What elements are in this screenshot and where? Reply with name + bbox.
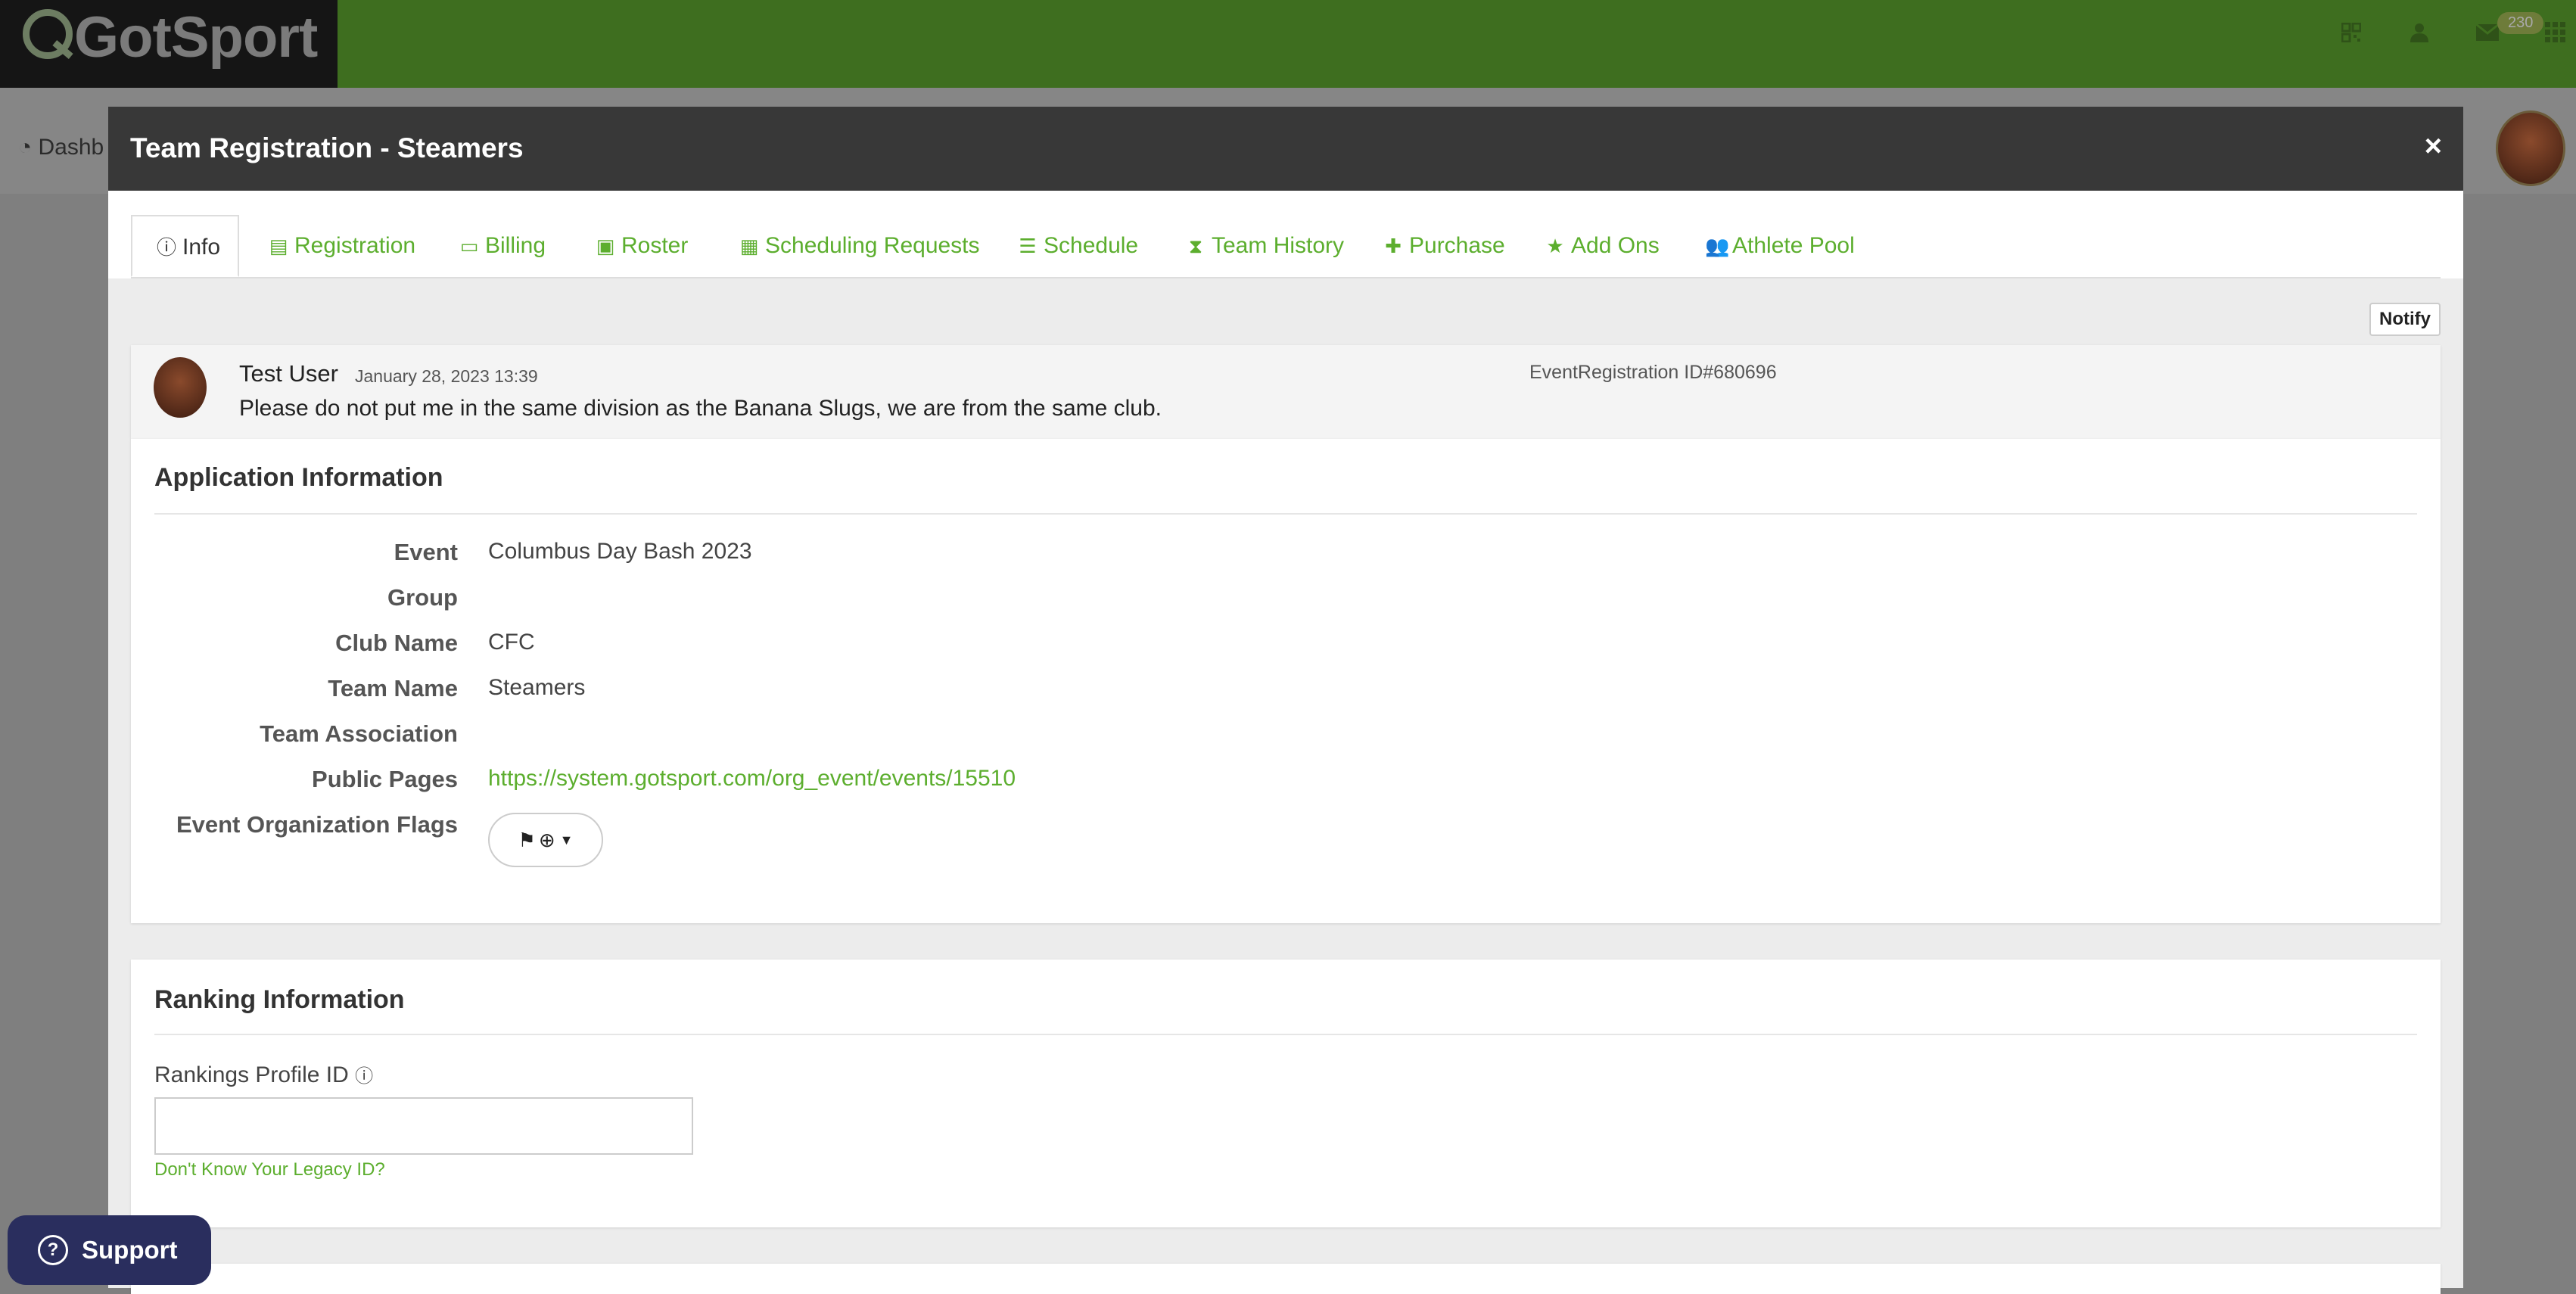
message-user: Test User — [239, 360, 338, 387]
field-label-event-organization-flags: Event Organization Flags — [176, 811, 458, 838]
field-label-club-name: Club Name — [335, 630, 458, 656]
tab-team-history[interactable]: ⧗ Team History — [1184, 215, 1344, 277]
info-icon: ⓘ — [156, 236, 176, 259]
tab-roster[interactable]: ▣ Roster — [594, 215, 689, 277]
modal-tabs: ⓘ Info ▤ Registration ▭ Billing ▣ Roster ▦ Sc… — [131, 215, 2441, 278]
divider — [154, 1034, 2417, 1035]
star-icon: ★ — [1546, 235, 1564, 257]
section-title: Application Information — [154, 463, 443, 492]
credit-card-icon: ▭ — [459, 235, 479, 257]
calendar-icon: ▦ — [739, 235, 759, 257]
avatar — [154, 357, 207, 418]
message-card: Test User January 28, 2023 13:39 EventRe… — [131, 345, 2441, 439]
avatar[interactable] — [2496, 110, 2565, 186]
flags-dropdown-button[interactable]: ⚑ ⊕ ▼ — [488, 813, 603, 867]
flag-icon: ⚑ — [518, 828, 536, 851]
logo-icon — [23, 9, 73, 59]
tab-purchase[interactable]: ✚ Purchase — [1382, 215, 1505, 277]
legacy-id-link[interactable]: Don't Know Your Legacy ID? — [154, 1159, 385, 1180]
qr-code-icon[interactable] — [2331, 12, 2372, 53]
logo-text: GotSport — [74, 5, 318, 70]
field-label-group: Group — [387, 584, 458, 611]
support-button[interactable]: ? Support — [8, 1215, 211, 1285]
field-value-event: Columbus Day Bash 2023 — [488, 539, 752, 564]
close-button[interactable]: × — [2425, 129, 2442, 163]
plus-circle-icon: ⊕ — [538, 828, 555, 851]
field-label-public-pages: Public Pages — [312, 766, 458, 792]
application-information-card: Application Information Event Columbus D… — [131, 439, 2441, 923]
section-title: Ranking Information — [154, 985, 405, 1014]
divider — [154, 513, 2417, 515]
dashboard-icon: ◔ — [18, 135, 33, 160]
field-label-team-association: Team Association — [260, 720, 458, 747]
mail-icon[interactable]: 230 — [2467, 12, 2544, 53]
tab-info[interactable]: ⓘ Info — [131, 215, 239, 277]
tab-billing[interactable]: ▭ Billing — [458, 215, 546, 277]
modal-title: Team Registration - Steamers — [130, 132, 524, 163]
message-text: Please do not put me in the same divisio… — [239, 396, 1162, 421]
public-pages-link[interactable]: https://system.gotsport.com/org_event/ev… — [488, 766, 1016, 791]
user-icon[interactable] — [2399, 12, 2440, 53]
field-value-club-name: CFC — [488, 630, 535, 655]
list-icon: ▤ — [269, 235, 288, 257]
notify-button[interactable]: Notify — [2369, 303, 2441, 336]
rankings-profile-input[interactable] — [154, 1097, 693, 1155]
next-section-card — [131, 1264, 2441, 1294]
tab-add-ons[interactable]: ★ Add Ons — [1544, 215, 1659, 277]
id-card-icon: ▣ — [596, 235, 615, 257]
users-icon: 👥 — [1705, 235, 1730, 257]
message-date: January 28, 2023 13:39 — [355, 366, 538, 386]
info-icon[interactable]: ⓘ — [355, 1066, 373, 1087]
dashboard-link[interactable]: ◔ Dashb — [18, 135, 104, 160]
tab-scheduling-requests[interactable]: ▦ Scheduling Requests — [738, 215, 980, 277]
caret-down-icon: ▼ — [559, 832, 574, 848]
field-value-team-name: Steamers — [488, 675, 586, 700]
tab-registration[interactable]: ▤ Registration — [267, 215, 415, 277]
field-value-public-pages: https://system.gotsport.com/org_event/ev… — [488, 766, 1016, 792]
list-alt-icon: ☰ — [1019, 235, 1037, 257]
question-circle-icon: ? — [38, 1235, 68, 1265]
logo[interactable]: GotSport — [0, 0, 338, 88]
field-label-team-name: Team Name — [328, 675, 458, 701]
hourglass-icon: ⧗ — [1188, 235, 1203, 257]
rankings-profile-label: Rankings Profile ID ⓘ — [154, 1062, 374, 1087]
ranking-information-card: Ranking Information Rankings Profile ID … — [131, 960, 2441, 1227]
apps-grid-icon[interactable] — [2535, 12, 2576, 53]
field-label-event: Event — [394, 539, 458, 565]
tab-schedule[interactable]: ☰ Schedule — [1016, 215, 1138, 277]
registration-id: EventRegistration ID#680696 — [1529, 362, 1777, 383]
tab-athlete-pool[interactable]: 👥 Athlete Pool — [1705, 215, 1855, 277]
modal-header: Team Registration - Steamers × — [108, 107, 2463, 191]
plus-icon: ✚ — [1385, 235, 1402, 257]
top-navbar: GotSport 230 — [0, 0, 2576, 88]
